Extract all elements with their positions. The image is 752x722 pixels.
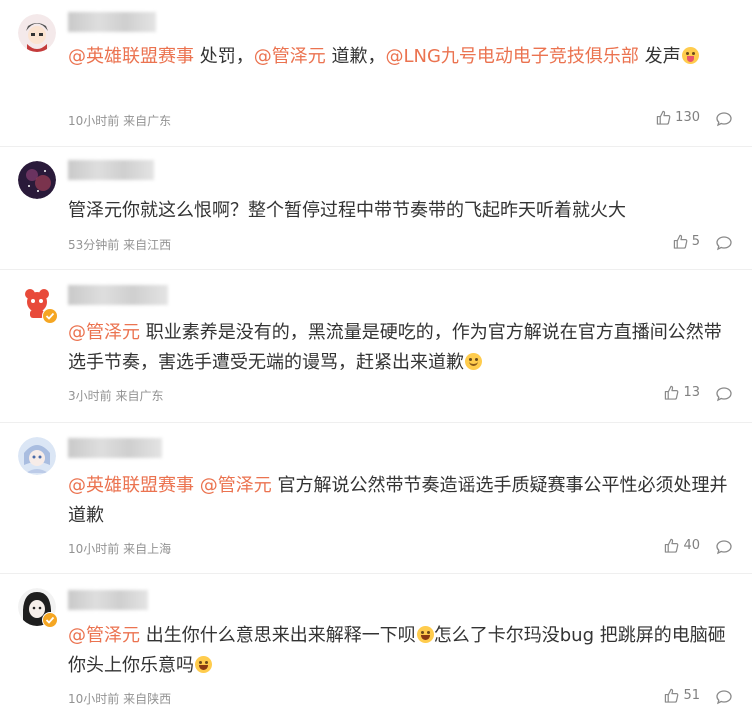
like-button[interactable]: 5 <box>673 234 700 249</box>
avatar[interactable] <box>18 161 56 199</box>
comment-item: @英雄联盟赛事 @管泽元 官方解说公然带节奏造谣选手质疑赛事公平性必须处理并道歉… <box>0 423 752 574</box>
thumbs-up-icon <box>665 385 679 400</box>
like-count: 40 <box>683 538 700 553</box>
mention-link[interactable]: @英雄联盟赛事 <box>68 475 194 496</box>
comment-item: @管泽元 职业素养是没有的，黑流量是硬吃的，作为官方解说在官方直播间公然带选手节… <box>0 270 752 423</box>
like-button[interactable]: 51 <box>664 688 700 703</box>
mention-link[interactable]: @管泽元 <box>68 625 140 646</box>
comment-reply-icon[interactable] <box>716 386 732 402</box>
avatar[interactable] <box>18 437 56 475</box>
username-blurred[interactable] <box>68 590 148 610</box>
like-count: 13 <box>683 385 700 400</box>
comment-meta: 10小时前 来自陕西 <box>68 692 172 706</box>
username-blurred[interactable] <box>68 285 168 305</box>
comment-text: @英雄联盟赛事 @管泽元 官方解说公然带节奏造谣选手质疑赛事公平性必须处理并道歉 <box>68 475 728 526</box>
verified-badge-icon <box>42 308 58 324</box>
like-count: 5 <box>691 234 700 249</box>
username-blurred[interactable] <box>68 160 154 180</box>
comment-text: @英雄联盟赛事 处罚，@管泽元 道歉，@LNG九号电动电子竞技俱乐部 发声 <box>68 42 738 72</box>
comment-text: @管泽元 职业素养是没有的，黑流量是硬吃的，作为官方解说在官方直播间公然带选手节… <box>68 322 722 373</box>
mention-link[interactable]: @管泽元 <box>254 46 326 67</box>
username-blurred[interactable] <box>68 12 156 32</box>
smile-emoji <box>465 353 482 370</box>
comment-reply-icon[interactable] <box>716 111 732 127</box>
verified-badge-icon <box>42 612 58 628</box>
mention-link[interactable]: @管泽元 <box>200 475 272 496</box>
comment-reply-icon[interactable] <box>716 539 732 555</box>
comment-text: @管泽元 出生你什么意思来出来解释一下呗 怎么了卡尔玛没bug 把跳屏的电脑砸你头… <box>68 625 726 676</box>
thumbs-up-icon <box>673 234 688 249</box>
comment-reply-icon[interactable] <box>716 689 732 705</box>
thumbs-up-icon <box>665 538 679 553</box>
like-count: 130 <box>675 110 700 125</box>
username-blurred[interactable] <box>68 438 162 458</box>
like-button[interactable]: 130 <box>656 110 700 125</box>
like-button[interactable]: 40 <box>664 538 700 553</box>
comment-meta: 53分钟前 来自江西 <box>68 238 172 252</box>
tongue-emoji <box>681 47 699 64</box>
like-count: 51 <box>683 688 700 703</box>
comment-meta: 10小时前 来自广东 <box>68 114 172 128</box>
like-button[interactable]: 13 <box>664 385 700 400</box>
laugh-emoji <box>195 656 212 673</box>
comment-item: @管泽元 出生你什么意思来出来解释一下呗 怎么了卡尔玛没bug 把跳屏的电脑砸你头… <box>0 574 752 722</box>
thumbs-up-icon <box>665 688 679 703</box>
comment-reply-icon[interactable] <box>716 235 732 251</box>
comment-item: @英雄联盟赛事 处罚，@管泽元 道歉，@LNG九号电动电子竞技俱乐部 发声 10… <box>0 0 752 147</box>
mention-link[interactable]: @管泽元 <box>68 322 140 343</box>
thumbs-up-icon <box>656 110 671 125</box>
comment-meta: 3小时前 来自广东 <box>68 389 164 403</box>
mention-link[interactable]: @英雄联盟赛事 <box>68 46 194 67</box>
comment-text: 管泽元你就这么恨啊？整个暂停过程中带节奏带的飞起昨天听着就火大 <box>68 200 626 221</box>
avatar[interactable] <box>18 14 56 52</box>
comment-meta: 10小时前 来自上海 <box>68 542 172 556</box>
mention-link[interactable]: @LNG九号电动电子竞技俱乐部 <box>385 46 638 67</box>
comment-item: 管泽元你就这么恨啊？整个暂停过程中带节奏带的飞起昨天听着就火大 53分钟前 来自… <box>0 147 752 270</box>
laugh-emoji <box>416 626 434 643</box>
